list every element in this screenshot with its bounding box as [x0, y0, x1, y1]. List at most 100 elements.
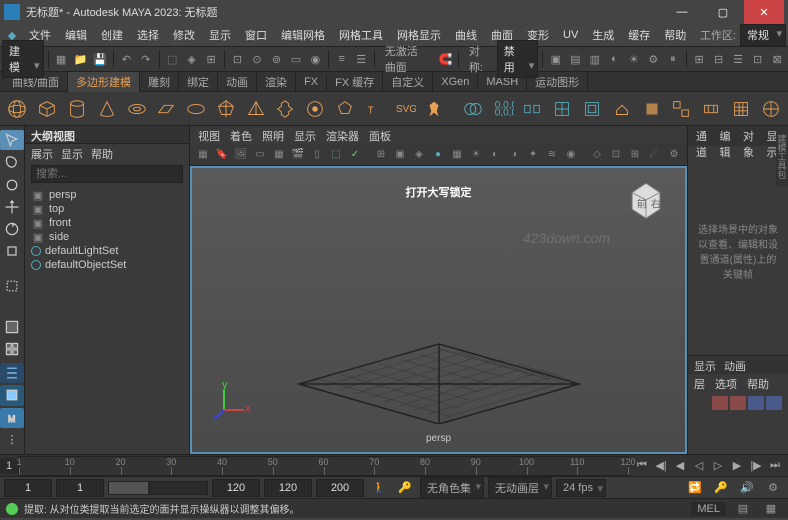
menu-create[interactable]: 创建 [94, 25, 130, 45]
shelf-tab-fx[interactable]: FX [296, 74, 327, 90]
vp-cam-icon[interactable]: ▦ [194, 146, 212, 164]
range-end-inner[interactable] [212, 479, 260, 497]
tab-edit[interactable]: 编辑 [720, 128, 734, 144]
fps-select[interactable]: 24 fps [556, 479, 606, 497]
range-sound-icon[interactable]: 🔊 [736, 477, 758, 499]
vp-all-icon[interactable]: ◈ [410, 146, 428, 164]
poly-super-icon[interactable]: T [361, 95, 388, 123]
vp-grid-icon[interactable]: ▦ [270, 146, 288, 164]
vp-2d-icon[interactable]: ▭ [251, 146, 269, 164]
vp-menu-shading[interactable]: 着色 [230, 128, 252, 142]
vp-shadow-icon[interactable]: ◐ [486, 146, 504, 164]
panel-m-icon[interactable]: M [0, 408, 24, 428]
panel5-icon[interactable]: ⊠ [768, 48, 786, 70]
append-icon[interactable] [698, 95, 725, 123]
animlayer-select[interactable]: 无动画层 [488, 477, 552, 499]
poly-plane-icon[interactable] [153, 95, 180, 123]
viewport-3d[interactable]: 打开大写锁定 前 右 y x [190, 166, 687, 454]
open-scene-icon[interactable]: 📁 [72, 48, 90, 70]
save-scene-icon[interactable]: 💾 [91, 48, 109, 70]
poly-soccer-icon[interactable] [332, 95, 359, 123]
step-fwd-key-icon[interactable]: |▶ [747, 457, 765, 475]
viewcube-icon[interactable]: 前 右 [623, 176, 669, 222]
move-tool-icon[interactable] [0, 197, 24, 217]
time-slider[interactable]: 1 1102030405060708090100110120 ⏮ ◀| ◀ ◁ … [0, 454, 788, 476]
hist-icon[interactable]: ≡ [333, 48, 351, 70]
mel-label[interactable]: MEL [691, 502, 726, 516]
menu-generate[interactable]: 生成 [585, 25, 621, 45]
rendersettings-icon[interactable]: ▥ [586, 48, 604, 70]
poly-torus-icon[interactable] [123, 95, 150, 123]
outliner-menu-show[interactable]: 展示 [31, 146, 53, 160]
vp-film-icon[interactable]: 🎬 [289, 146, 307, 164]
last-tool-icon[interactable] [0, 276, 24, 296]
pause-icon[interactable]: ⏸ [664, 48, 682, 70]
poly-helix-icon[interactable] [302, 95, 329, 123]
range-start-inner[interactable] [56, 479, 104, 497]
range-pref-icon[interactable]: ⚙ [762, 477, 784, 499]
outliner-menu-help[interactable]: 帮助 [91, 146, 113, 160]
menu-edit[interactable]: 编辑 [58, 25, 94, 45]
menu-cache[interactable]: 缓存 [621, 25, 657, 45]
key-button-1[interactable] [712, 396, 728, 410]
charset-select[interactable]: 无角色集 [420, 477, 484, 499]
scale-tool-icon[interactable] [0, 241, 24, 261]
range-track[interactable] [108, 481, 208, 495]
poly-cylinder-icon[interactable] [64, 95, 91, 123]
vp-light-icon[interactable]: ☀ [467, 146, 485, 164]
poly-platonic-icon[interactable] [212, 95, 239, 123]
panel2-icon[interactable]: ⊟ [710, 48, 728, 70]
vp-xray-icon[interactable]: ⊡ [607, 146, 625, 164]
snap-point-icon[interactable]: ⊚ [268, 48, 286, 70]
layer-tab-anim[interactable]: 动画 [724, 358, 746, 372]
step-back-icon[interactable]: ◀ [671, 457, 689, 475]
render-icon[interactable]: ▣ [547, 48, 565, 70]
vp-smooth-icon[interactable]: ▣ [391, 146, 409, 164]
menu-help[interactable]: 帮助 [657, 25, 693, 45]
vp-resolution-icon[interactable]: ⬚ [327, 146, 345, 164]
separate-icon[interactable]: 0,0,00,0,0 [489, 95, 516, 123]
poly-sphere-icon[interactable] [4, 95, 31, 123]
snap-plane-icon[interactable]: ▭ [287, 48, 305, 70]
rotate-tool-icon[interactable] [0, 219, 24, 239]
ipr-icon[interactable]: ▤ [567, 48, 585, 70]
smooth-icon[interactable] [549, 95, 576, 123]
key-button-2[interactable] [730, 396, 746, 410]
select-comp-icon[interactable]: ⊞ [202, 48, 220, 70]
multicut-icon[interactable] [727, 95, 754, 123]
key-button-4[interactable] [766, 396, 782, 410]
extrude-icon[interactable] [608, 95, 635, 123]
vp-dof-icon[interactable]: ◉ [562, 146, 580, 164]
step-fwd-icon[interactable]: ▶ [728, 457, 746, 475]
redo-icon[interactable]: ↷ [137, 48, 155, 70]
range-autokey-icon[interactable]: 🔑 [710, 477, 732, 499]
outliner-menu-display[interactable]: 显示 [61, 146, 83, 160]
vp-ao-icon[interactable]: ◑ [505, 146, 523, 164]
layer-menu-help[interactable]: 帮助 [747, 376, 769, 390]
layer-menu-layer[interactable]: 层 [694, 376, 705, 390]
menu-select[interactable]: 选择 [130, 25, 166, 45]
select-hier-icon[interactable]: ⬚ [163, 48, 181, 70]
paint-tool-icon[interactable] [0, 174, 24, 194]
select-tool-icon[interactable] [0, 130, 24, 150]
menu-editmesh[interactable]: 编辑网格 [274, 25, 332, 45]
layout-four-icon[interactable] [0, 339, 24, 359]
shelf-tab-xgen[interactable]: XGen [433, 74, 478, 90]
poly-disc-icon[interactable] [183, 95, 210, 123]
vp-tex-icon[interactable]: ▦ [448, 146, 466, 164]
panel-persp-icon[interactable] [0, 385, 24, 405]
select-obj-icon[interactable]: ◈ [183, 48, 201, 70]
vp-xrayj-icon[interactable]: ⊞ [626, 146, 644, 164]
menu-uv[interactable]: UV [556, 27, 585, 43]
play-fwd-icon[interactable]: ▷ [709, 457, 727, 475]
bevel-icon[interactable] [638, 95, 665, 123]
outliner-search-input[interactable] [31, 165, 183, 183]
vp-bookmark-icon[interactable]: 🔖 [213, 146, 231, 164]
subdiv-icon[interactable] [579, 95, 606, 123]
vp-menu-renderer[interactable]: 渲染器 [326, 128, 359, 142]
vp-wire-icon[interactable]: ⊞ [372, 146, 390, 164]
undo-icon[interactable]: ↶ [118, 48, 136, 70]
script-ed-icon[interactable]: ▤ [732, 498, 754, 520]
snap-grid-icon[interactable]: ⊡ [229, 48, 247, 70]
vp-menu-lighting[interactable]: 照明 [262, 128, 284, 142]
